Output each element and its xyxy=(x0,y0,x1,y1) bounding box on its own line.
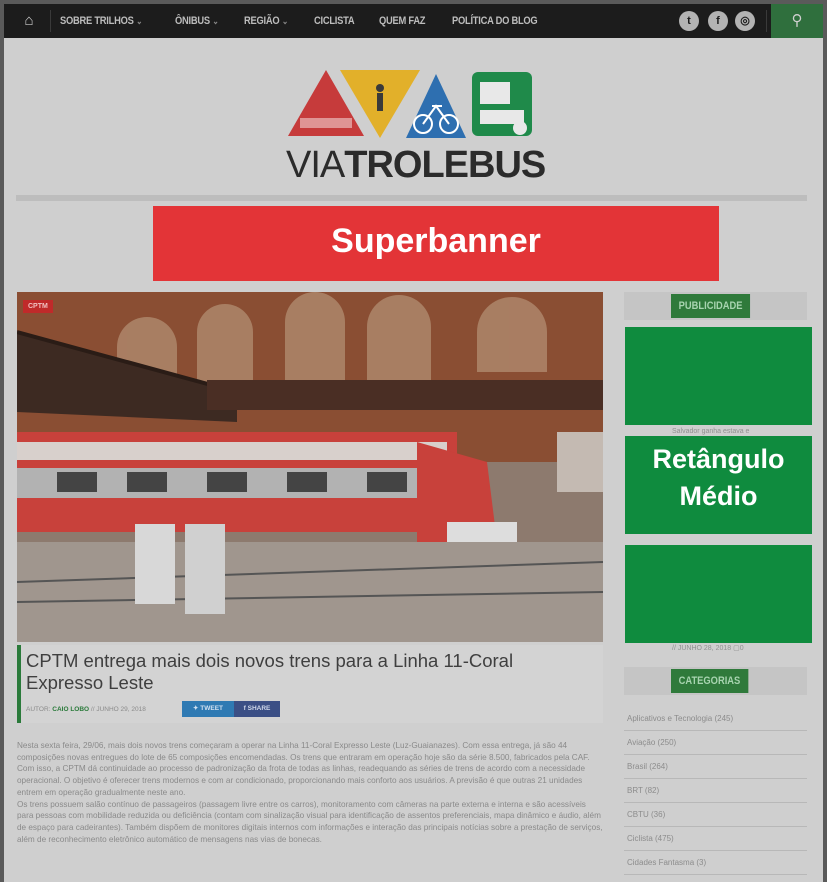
sidebar-heading-publicidade: PUBLICIDADE xyxy=(624,292,807,320)
search-icon: ⚲ xyxy=(791,12,803,29)
site-logo[interactable]: VIATROLEBUS xyxy=(286,66,546,186)
sidebar-heading-categorias: CATEGORIAS xyxy=(624,667,807,695)
page-frame: ⌂ SOBRE TRILHOS ⌄ ÔNIBUS ⌄ REGIÃO ⌄ CICLIST… xyxy=(0,0,827,882)
top-nav: ⌂ SOBRE TRILHOS ⌄ ÔNIBUS ⌄ REGIÃO ⌄ CICLIST… xyxy=(4,4,823,38)
author-link[interactable]: CAIO LOBO xyxy=(52,706,89,713)
ad-block[interactable] xyxy=(625,545,812,643)
nav-item-quem-faz[interactable]: QUEM FAZ xyxy=(379,15,426,27)
nav-divider xyxy=(766,10,767,32)
nav-menu: SOBRE TRILHOS ⌄ ÔNIBUS ⌄ REGIÃO ⌄ CICLISTA … xyxy=(60,4,570,38)
home-icon[interactable]: ⌂ xyxy=(20,12,38,30)
sidebar-post-date: // JUNHO 28, 2018 ▢0 xyxy=(672,645,744,652)
ad-block[interactable] xyxy=(625,327,812,425)
facebook-icon[interactable]: f xyxy=(708,11,728,31)
nav-item-sobre-trilhos[interactable]: SOBRE TRILHOS ⌄ xyxy=(60,15,143,27)
category-item[interactable]: Aviação (250) xyxy=(624,731,807,755)
tweet-button[interactable]: ✦ TWEET xyxy=(182,701,234,717)
category-item[interactable]: BRT (82) xyxy=(624,779,807,803)
sidebar-post-snippet[interactable]: Salvador ganha estava e xyxy=(672,428,749,435)
logo-graphic xyxy=(288,70,532,138)
post-title[interactable]: CPTM entrega mais dois novos trens para … xyxy=(26,650,586,694)
nav-item-regiao[interactable]: REGIÃO ⌄ xyxy=(244,15,288,27)
chevron-down-icon: ⌄ xyxy=(281,16,289,26)
paragraph: Nesta sexta feira, 29/06, mais dois novo… xyxy=(17,741,590,762)
post-body: Nesta sexta feira, 29/06, mais dois novo… xyxy=(17,740,603,845)
ad-label: Retângulo Médio xyxy=(652,444,785,511)
category-item[interactable]: Aplicativos e Tecnologia (245) xyxy=(624,707,807,731)
category-tag[interactable]: CPTM xyxy=(23,300,53,313)
instagram-icon[interactable]: ◎ xyxy=(735,11,755,31)
post-meta: AUTOR: CAIO LOBO // JUNHO 29, 2018 xyxy=(26,706,146,713)
post-date: // JUNHO 29, 2018 xyxy=(90,706,146,713)
category-list: Aplicativos e Tecnologia (245) Aviação (… xyxy=(624,707,807,875)
train-station-photo xyxy=(17,292,603,642)
category-item[interactable]: Ciclista (475) xyxy=(624,827,807,851)
twitter-icon[interactable]: t xyxy=(679,11,699,31)
nav-divider xyxy=(50,10,51,32)
nav-item-politica[interactable]: POLÍTICA DO BLOG xyxy=(452,15,538,27)
featured-image[interactable]: CPTM xyxy=(17,292,603,642)
search-button[interactable]: ⚲ xyxy=(771,4,823,38)
paragraph: Com isso, a CPTM dá continuidade ao proc… xyxy=(17,764,586,797)
chevron-down-icon: ⌄ xyxy=(136,16,143,26)
logo-text: VIATROLEBUS xyxy=(286,144,546,186)
paragraph: Os trens possuem salão contínuo de passa… xyxy=(17,799,603,844)
category-item[interactable]: Brasil (264) xyxy=(624,755,807,779)
chevron-down-icon: ⌄ xyxy=(212,16,219,26)
category-item[interactable]: CBTU (36) xyxy=(624,803,807,827)
nav-item-ciclista[interactable]: CICLISTA xyxy=(314,15,355,27)
nav-item-onibus[interactable]: ÔNIBUS ⌄ xyxy=(175,15,219,27)
share-button[interactable]: f SHARE xyxy=(234,701,280,717)
header-divider xyxy=(16,195,807,201)
category-item[interactable]: Cidades Fantasma (3) xyxy=(624,851,807,875)
superbanner-ad[interactable]: Superbanner xyxy=(153,206,719,281)
page: ⌂ SOBRE TRILHOS ⌄ ÔNIBUS ⌄ REGIÃO ⌄ CICLIST… xyxy=(4,4,823,882)
